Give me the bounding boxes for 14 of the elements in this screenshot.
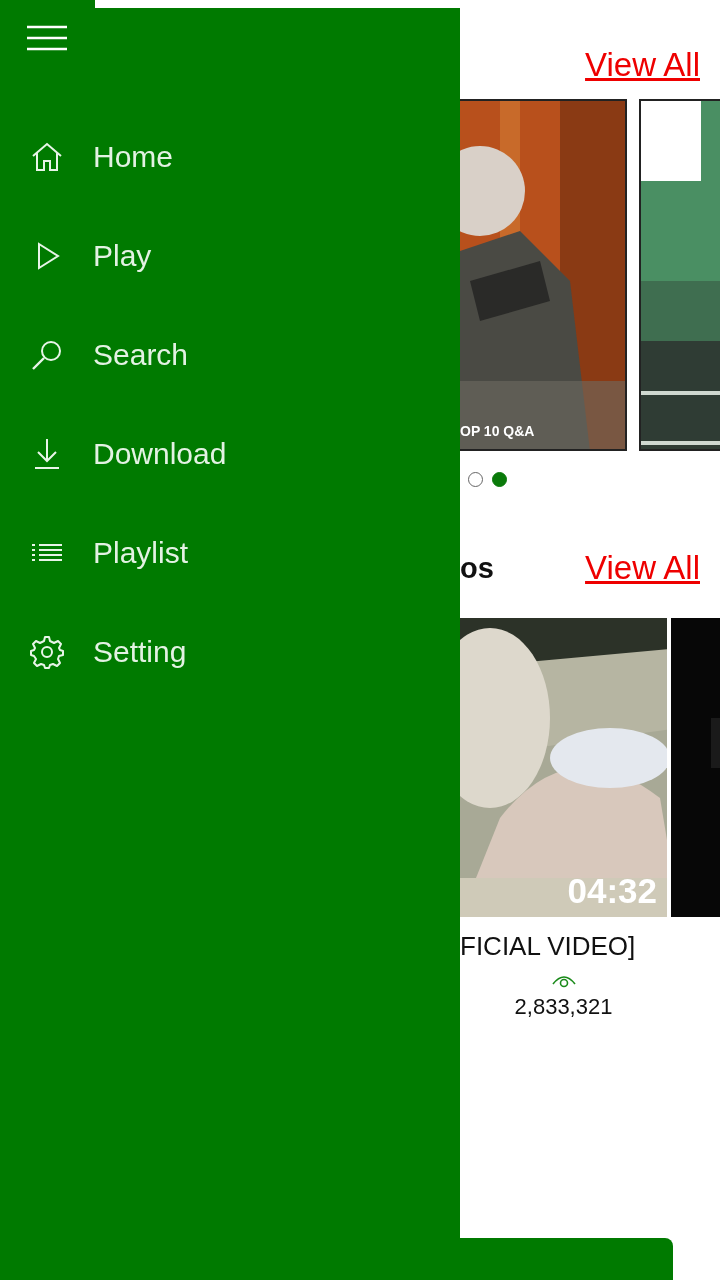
menu-item[interactable]: Search — [30, 329, 430, 380]
menu-item[interactable]: Playlist — [30, 527, 430, 578]
menu-item[interactable]: Play — [30, 230, 430, 281]
caption-text: OP 10 Q&A — [460, 423, 535, 439]
menu-item[interactable]: Home — [30, 131, 430, 182]
duration-text: 04:32 — [567, 871, 657, 911]
section-heading: os — [460, 551, 494, 585]
menu-item[interactable]: Download — [30, 428, 430, 479]
view-count: 2,833,321 — [514, 994, 613, 1020]
menu-item[interactable]: Setting — [30, 626, 430, 677]
view-all-link[interactable]: View All — [585, 46, 700, 84]
view-all-link[interactable]: View All — [585, 549, 700, 587]
video-card[interactable]: OP 10 Q&A — [460, 99, 627, 451]
video-title: FICIAL VIDEO] — [460, 931, 636, 962]
